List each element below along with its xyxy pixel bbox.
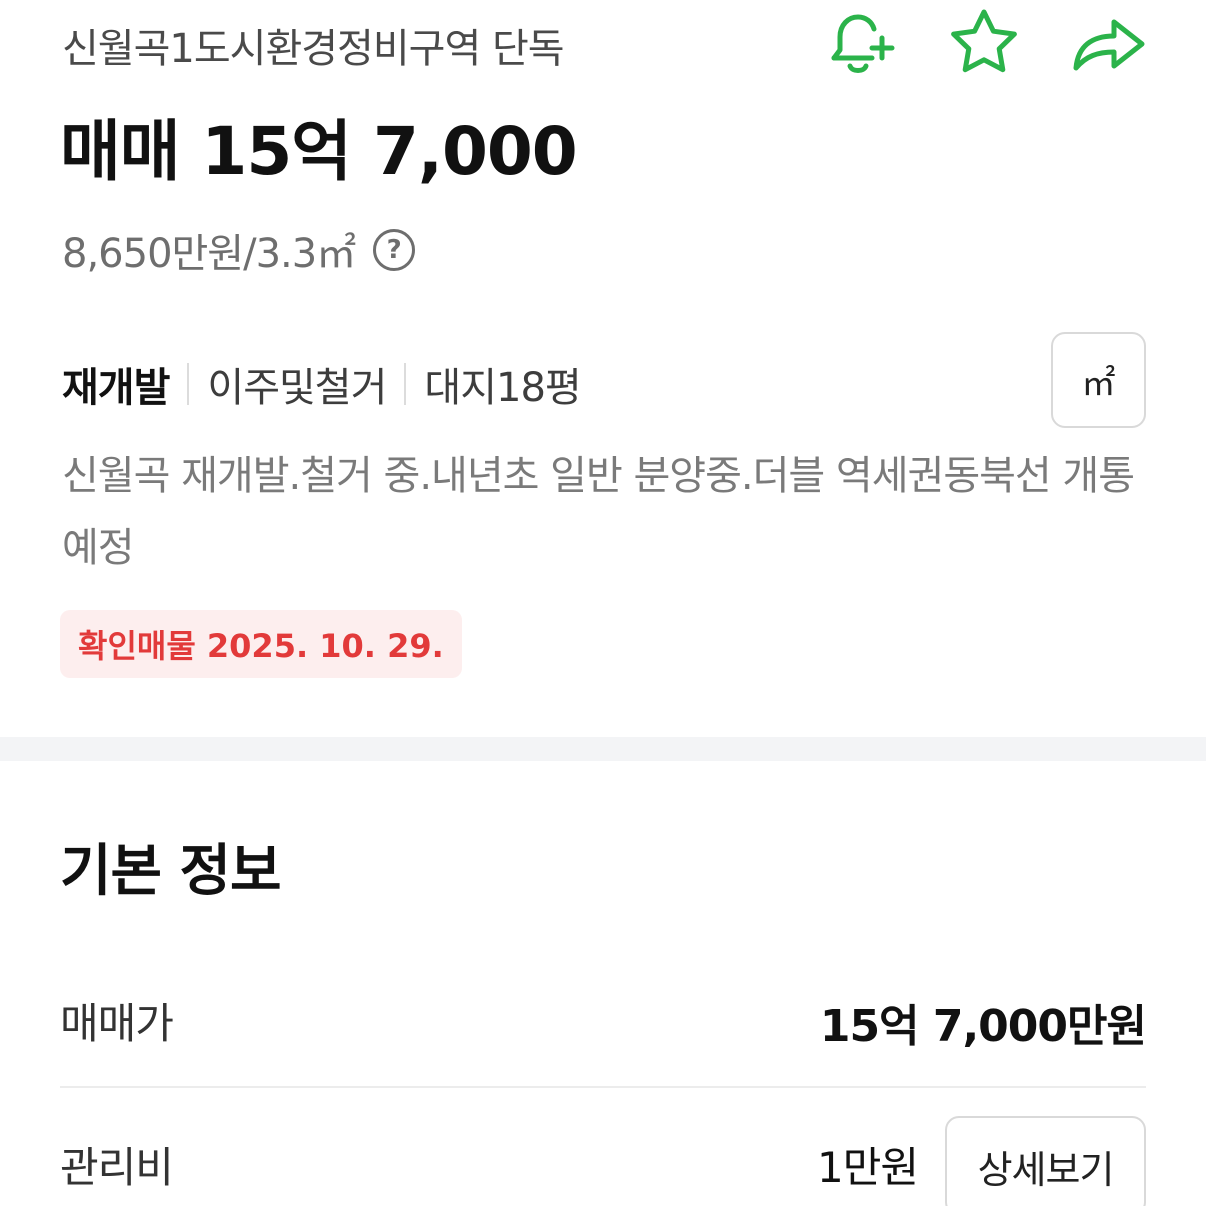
star-icon[interactable] — [944, 6, 1024, 82]
verified-listing-badge: 확인매물 2025. 10. 29. — [60, 610, 462, 678]
section-divider — [0, 737, 1206, 761]
info-label-management-fee: 관리비 — [60, 1143, 174, 1192]
tag-divider — [187, 363, 190, 405]
tag-status: 이주및철거 — [207, 365, 387, 411]
info-value-management-fee: 1만원 — [816, 1143, 919, 1192]
tag-divider — [404, 363, 407, 405]
listing-summary: 신월곡1도시환경정비구역 단독 매매 15억 7,000 8,650만원/3.3… — [0, 0, 1206, 737]
share-arrow-icon[interactable] — [1068, 6, 1148, 82]
tag-land-area: 대지18평 — [424, 365, 581, 411]
bell-plus-icon[interactable] — [820, 6, 900, 82]
view-details-button[interactable]: 상세보기 — [945, 1116, 1146, 1206]
help-icon[interactable]: ? — [373, 229, 416, 271]
basic-info-title: 기본 정보 — [60, 839, 282, 904]
action-icons — [818, 6, 1158, 82]
info-row-management-fee: 관리비 1만원 상세보기 — [60, 1112, 1146, 1206]
listing-title: 신월곡1도시환경정비구역 단독 — [62, 26, 565, 72]
info-value-sale-price: 15억 7,000만원 — [819, 1001, 1147, 1052]
property-tags: 재개발 이주및철거 대지18평 — [62, 356, 582, 412]
listing-detail-page: 신월곡1도시환경정비구역 단독 매매 15억 7,000 8,650만원/3.3… — [0, 0, 1206, 1206]
unit-price: 8,650만원/3.3㎡ — [62, 231, 356, 277]
area-unit-toggle-button[interactable]: ㎡ — [1051, 332, 1146, 428]
tag-development-type: 재개발 — [62, 365, 170, 411]
info-row-sale-price: 매매가 15억 7,000만원 — [60, 980, 1147, 1088]
sale-price-heading: 매매 15억 7,000 — [60, 113, 578, 190]
listing-description: 신월곡 재개발.철거 중.내년초 일반 분양중.더블 역세권동북선 개통예정 — [62, 453, 1135, 571]
unit-price-row: 8,650만원/3.3㎡ ? — [62, 222, 416, 278]
info-label-sale-price: 매매가 — [60, 999, 174, 1048]
